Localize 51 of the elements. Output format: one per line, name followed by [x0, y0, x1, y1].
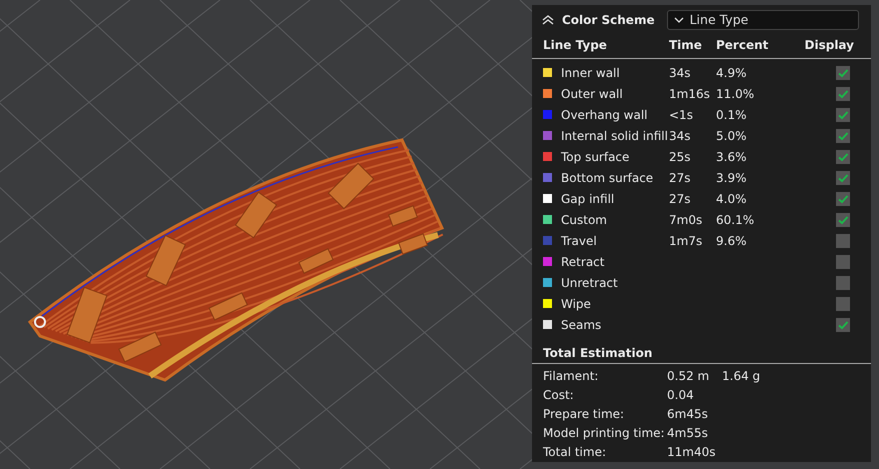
line-type-name: Outer wall [561, 86, 623, 100]
line-type-name: Internal solid infill [561, 128, 668, 142]
line-type-dropdown[interactable]: Line Type [666, 10, 859, 30]
line-type-name: Top surface [561, 150, 630, 164]
line-type-name: Retract [561, 254, 604, 268]
percent-value: 60.1% [716, 212, 754, 226]
estimation-value: 1.64 g [722, 368, 762, 384]
line-type-name: Inner wall [561, 66, 620, 80]
section-title: Total Estimation [532, 335, 871, 364]
percent-value: 3.6% [716, 150, 746, 164]
time-value: 34s [669, 128, 691, 142]
percent-value: 4.0% [716, 192, 746, 206]
percent-value: 4.9% [716, 66, 746, 80]
line-type-name: Gap infill [561, 192, 614, 206]
line-type-name: Travel [561, 234, 597, 248]
time-value: 27s [669, 170, 691, 184]
time-value: 1m7s [669, 234, 702, 248]
line-type-name: Overhang wall [561, 108, 648, 122]
time-value: 34s [669, 66, 691, 80]
estimation-value: 0.52 m [667, 368, 710, 384]
line-type-name: Unretract [561, 276, 618, 290]
collapse-icon[interactable] [542, 14, 554, 24]
column-header: Display [804, 36, 855, 54]
time-value: 7m0s [669, 212, 702, 226]
estimation-value: 0.04 [667, 386, 695, 404]
estimation-label: Total time: [543, 444, 607, 460]
time-value: <1s [669, 108, 693, 122]
estimation-label: Model printing time: [543, 424, 666, 442]
line-type-name: Wipe [561, 296, 591, 310]
line-type-name: Custom [561, 212, 607, 226]
time-value: 27s [669, 192, 691, 206]
column-header: Line Type [543, 36, 608, 54]
column-header: Percent [716, 36, 770, 54]
percent-value: 0.1% [716, 108, 746, 122]
estimation-value: 11m40s [667, 444, 716, 460]
column-header: Time [669, 36, 703, 54]
time-value: 25s [669, 150, 691, 164]
line-type-name: Seams [561, 318, 602, 332]
estimation-label: Cost: [543, 386, 575, 404]
line-type-name: Bottom surface [561, 170, 654, 184]
percent-value: 5.0% [716, 128, 746, 142]
percent-value: 3.9% [716, 170, 746, 184]
chevron-down-icon [674, 16, 684, 22]
estimation-value: 4m55s [667, 424, 709, 442]
section-title: Color Scheme [562, 12, 655, 26]
percent-value: 11.0% [716, 86, 754, 100]
percent-value: 9.6% [716, 234, 746, 248]
estimation-label: Filament: [543, 368, 600, 384]
estimation-label: Prepare time: [543, 406, 626, 422]
estimation-value: 6m45s [667, 406, 709, 422]
time-value: 1m16s [669, 86, 710, 100]
